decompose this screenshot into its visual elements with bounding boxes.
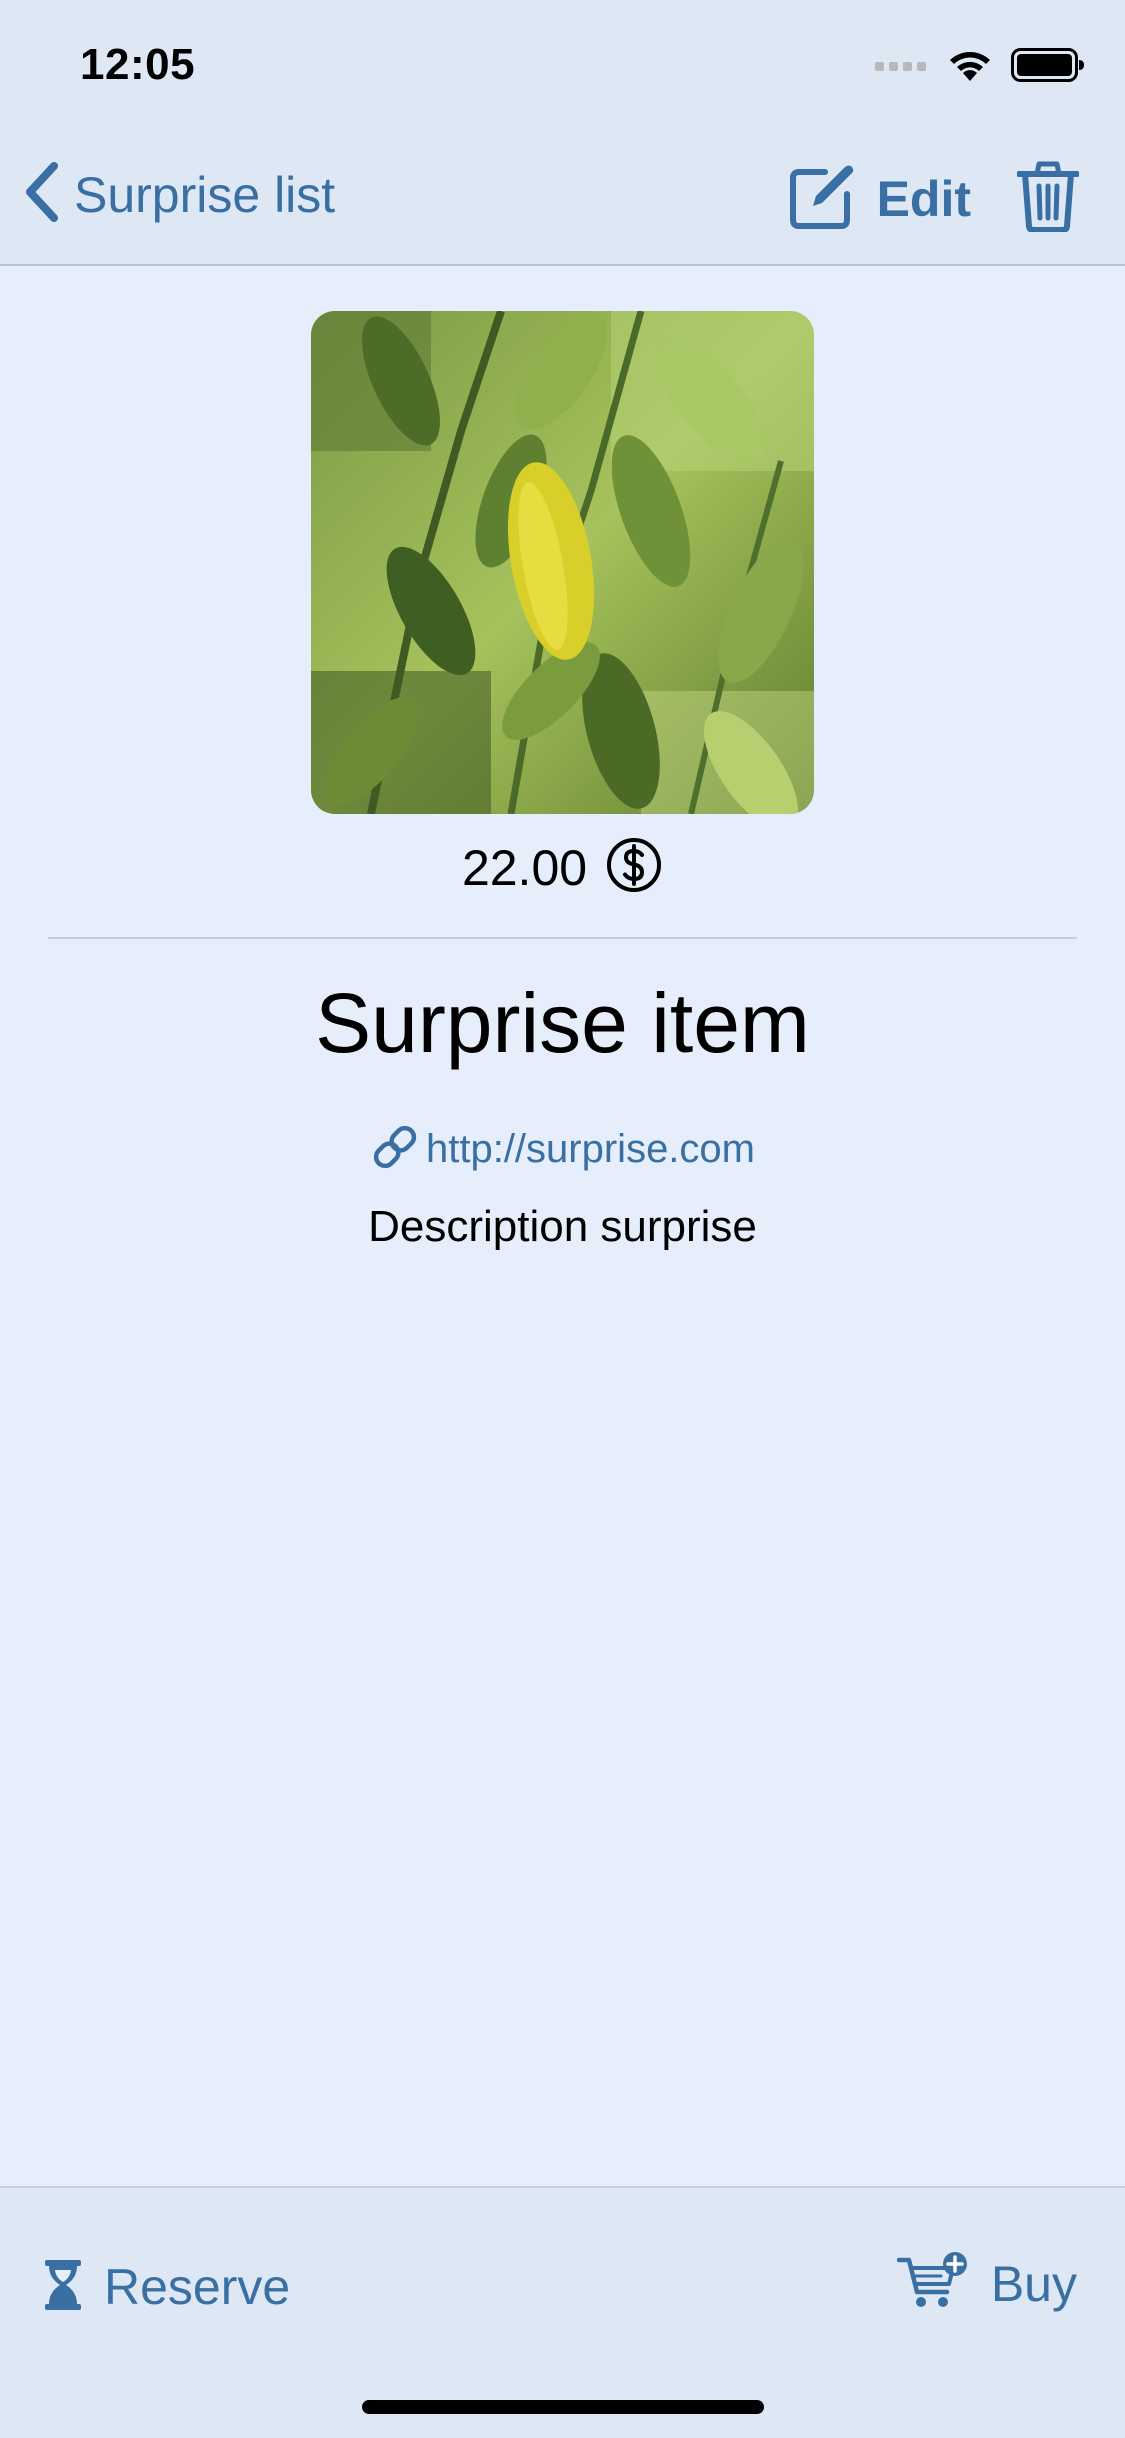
- buy-button[interactable]: Buy: [896, 2252, 1077, 2315]
- chevron-left-icon: [24, 162, 60, 227]
- dollar-circle-icon: [605, 836, 663, 899]
- item-link[interactable]: http://surprise.com: [0, 1122, 1125, 1177]
- price-row: 22.00: [0, 836, 1125, 899]
- compose-icon: [789, 162, 855, 235]
- item-title: Surprise item: [315, 976, 810, 1070]
- item-link-text: http://surprise.com: [425, 1127, 755, 1171]
- buy-button-label: Buy: [990, 2255, 1077, 2312]
- bottom-toolbar: Reserve Buy: [0, 2186, 1125, 2438]
- delete-button[interactable]: [1016, 160, 1080, 237]
- home-indicator: [362, 2400, 764, 2414]
- reserve-button-label: Reserve: [104, 2259, 291, 2315]
- edit-button-label: Edit: [876, 170, 971, 227]
- item-description: Description surprise: [368, 1202, 757, 1251]
- trash-icon: [1016, 161, 1080, 236]
- status-indicators: [875, 48, 1085, 87]
- nav-actions: Edit: [789, 160, 1080, 237]
- back-button[interactable]: Surprise list: [24, 162, 335, 227]
- link-icon: [370, 1122, 420, 1177]
- item-photo: [311, 311, 814, 814]
- divider: [48, 937, 1077, 939]
- battery-icon: [1011, 48, 1085, 87]
- status-time: 12:05: [80, 40, 196, 89]
- signal-icon: [875, 58, 929, 77]
- back-button-label: Surprise list: [74, 166, 336, 223]
- reserve-button[interactable]: Reserve: [44, 2258, 290, 2316]
- edit-button[interactable]: Edit: [789, 162, 971, 235]
- cart-add-icon: [896, 2252, 969, 2315]
- price-value: 22.00: [461, 839, 588, 896]
- wifi-icon: [947, 48, 993, 87]
- top-bar: 12:05 Surprise list Edit: [0, 0, 1125, 266]
- hourglass-icon: [44, 2259, 82, 2316]
